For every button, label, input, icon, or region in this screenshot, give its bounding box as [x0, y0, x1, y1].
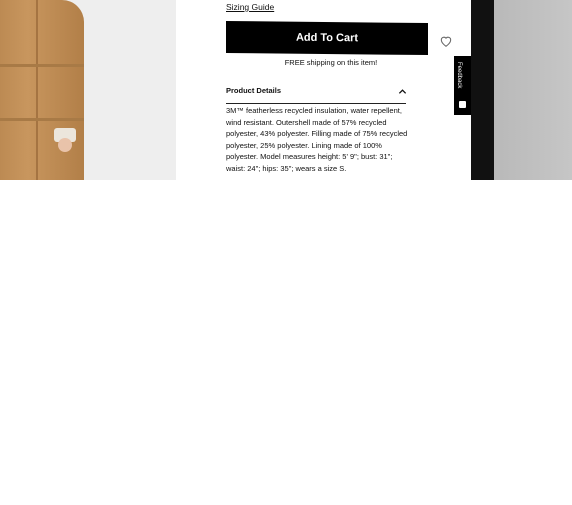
product-details-text: 3M™ featherless recycled insulation, wat… — [226, 106, 408, 173]
screen-photo: Sizing Guide Add To Cart FREE shipping o… — [0, 0, 572, 180]
model-hand — [58, 138, 72, 152]
background-wall — [494, 0, 572, 180]
heart-icon[interactable] — [439, 34, 453, 48]
coat-image — [0, 0, 84, 180]
feedback-icon — [459, 101, 466, 108]
product-details-toggle[interactable]: Product Details — [226, 86, 407, 100]
add-to-cart-button[interactable]: Add To Cart — [226, 20, 428, 56]
coat-seam — [36, 0, 38, 180]
sizing-guide-link[interactable]: Sizing Guide — [226, 2, 274, 12]
details-divider — [226, 103, 406, 104]
product-image — [0, 0, 176, 180]
chevron-up-icon — [398, 89, 407, 94]
coat-quilt-line — [0, 64, 84, 67]
feedback-label: Feedback — [456, 62, 462, 89]
product-details-title: Product Details — [226, 86, 282, 95]
feedback-tab[interactable]: Feedback — [454, 56, 471, 115]
product-panel: Sizing Guide Add To Cart FREE shipping o… — [176, 0, 471, 180]
monitor-bezel — [471, 0, 494, 180]
coat-quilt-line — [0, 118, 84, 121]
shipping-note: FREE shipping on this item! — [284, 58, 378, 67]
